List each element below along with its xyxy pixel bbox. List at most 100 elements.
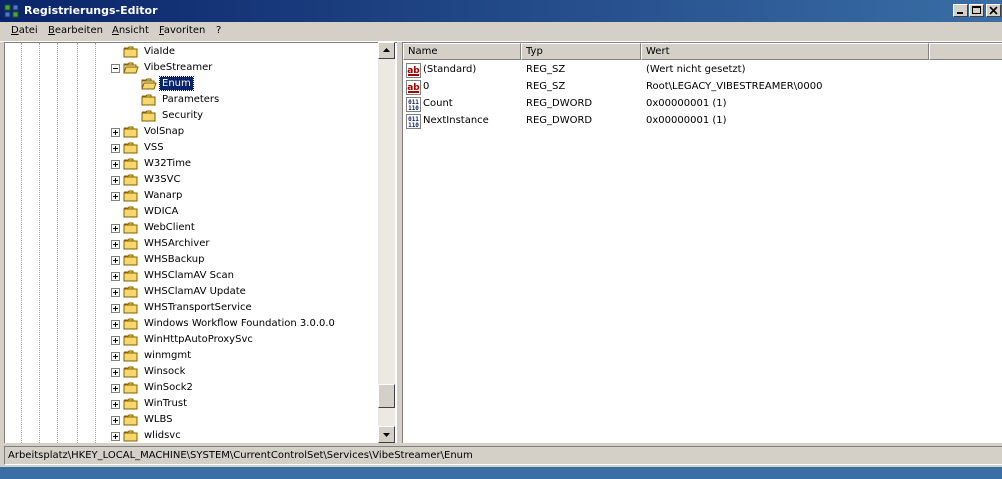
scroll-down-button[interactable] xyxy=(378,426,395,443)
expand-icon[interactable] xyxy=(111,336,120,345)
value-row[interactable]: 011 110 NextInstance REG_DWORD 0x00000001 (1… xyxy=(403,113,1002,130)
tree-item-label[interactable]: WHSTransportService xyxy=(142,301,254,314)
tree-item-label[interactable]: WinHttpAutoProxySvc xyxy=(142,333,255,346)
tree-item[interactable]: W3SVC xyxy=(5,172,379,188)
tree-item[interactable]: WHSClamAV Scan xyxy=(5,268,379,284)
expand-icon[interactable] xyxy=(111,352,120,361)
folder-icon xyxy=(123,254,138,266)
tree-item-label[interactable]: W32Time xyxy=(142,157,193,170)
tree-item-label[interactable]: WLBS xyxy=(142,413,175,426)
tree-item-label[interactable]: Windows Workflow Foundation 3.0.0.0 xyxy=(142,317,337,330)
tree-item[interactable]: VSS xyxy=(5,140,379,156)
minimize-icon xyxy=(957,12,963,14)
expand-icon[interactable] xyxy=(111,224,120,233)
value-row[interactable]: 011 110 Count REG_DWORD 0x00000001 (1) xyxy=(403,96,1002,113)
tree-item[interactable]: Security xyxy=(5,108,379,124)
tree-item[interactable]: Windows Workflow Foundation 3.0.0.0 xyxy=(5,316,379,332)
tree-item-label[interactable]: ViaIde xyxy=(142,45,177,58)
values-list[interactable]: Name Typ Wert ab (Standard) REG_SZ (Wert ni… xyxy=(402,42,1002,443)
title-bar[interactable]: Registrierungs-Editor xyxy=(0,0,1002,22)
expand-icon[interactable] xyxy=(111,176,120,185)
expand-icon[interactable] xyxy=(111,192,120,201)
tree-item[interactable]: Parameters xyxy=(5,92,379,108)
tree-item[interactable]: Wanarp xyxy=(5,188,379,204)
svg-text:110: 110 xyxy=(408,122,419,129)
tree-item-label[interactable]: WHSClamAV Scan xyxy=(142,269,236,282)
maximize-button[interactable] xyxy=(969,4,984,17)
tree-item[interactable]: WDICA xyxy=(5,204,379,220)
close-button[interactable] xyxy=(986,4,1001,17)
column-header-value[interactable]: Wert xyxy=(641,43,929,60)
value-data: 0x00000001 (1) xyxy=(646,115,727,126)
tree-item-label[interactable]: WinTrust xyxy=(142,397,189,410)
tree-item[interactable]: WHSBackup xyxy=(5,252,379,268)
expand-icon[interactable] xyxy=(111,432,120,441)
tree-item-label[interactable]: Enum xyxy=(159,76,194,91)
value-data: Root\LEGACY_VIBESTREAMER\0000 xyxy=(646,81,823,92)
tree-item-label[interactable]: WHSClamAV Update xyxy=(142,285,248,298)
expand-icon[interactable] xyxy=(111,384,120,393)
tree-item[interactable]: Enum xyxy=(5,76,379,92)
tree-item[interactable]: WHSArchiver xyxy=(5,236,379,252)
scroll-thumb[interactable] xyxy=(378,384,395,408)
expand-icon[interactable] xyxy=(111,272,120,281)
tree-item-label[interactable]: WebClient xyxy=(142,221,197,234)
expand-icon[interactable] xyxy=(111,160,120,169)
collapse-icon[interactable] xyxy=(111,64,120,73)
tree-item[interactable]: wlidsvc xyxy=(5,428,379,443)
tree-item-label[interactable]: wlidsvc xyxy=(142,429,183,442)
tree-item[interactable]: VibeStreamer xyxy=(5,60,379,76)
expand-icon[interactable] xyxy=(111,320,120,329)
tree-item-label[interactable]: WDICA xyxy=(142,205,180,218)
column-header-type[interactable]: Typ xyxy=(521,43,641,60)
value-row[interactable]: ab (Standard) REG_SZ (Wert nicht gesetzt) xyxy=(403,62,1002,79)
binary-value-icon: 011110 xyxy=(406,114,421,129)
menu-edit[interactable]: Bearbeiten xyxy=(48,25,103,36)
value-row[interactable]: ab 0 REG_SZ Root\LEGACY_VIBESTREAMER\0000 xyxy=(403,79,1002,96)
key-tree[interactable]: ViaIde VibeStreamer Enum Parameters Security… xyxy=(4,42,397,443)
tree-item[interactable]: WLBS xyxy=(5,412,379,428)
expand-icon[interactable] xyxy=(111,368,120,377)
tree-item[interactable]: VolSnap xyxy=(5,124,379,140)
tree-item[interactable]: WinSock2 xyxy=(5,380,379,396)
menu-favorites[interactable]: Favoriten xyxy=(159,25,205,36)
tree-item-label[interactable]: W3SVC xyxy=(142,173,182,186)
tree-item[interactable]: WebClient xyxy=(5,220,379,236)
expand-icon[interactable] xyxy=(111,256,120,265)
minimize-button[interactable] xyxy=(953,4,968,17)
menu-file[interactable]: Datei xyxy=(11,25,38,36)
tree-item-label[interactable]: WinSock2 xyxy=(142,381,195,394)
tree-item-label[interactable]: Parameters xyxy=(160,93,221,106)
expand-icon[interactable] xyxy=(111,416,120,425)
tree-scrollbar[interactable] xyxy=(378,42,395,443)
tree-item-label[interactable]: Security xyxy=(160,109,205,122)
tree-item[interactable]: W32Time xyxy=(5,156,379,172)
tree-item[interactable]: WHSClamAV Update xyxy=(5,284,379,300)
expand-icon[interactable] xyxy=(111,288,120,297)
tree-item[interactable]: WHSTransportService xyxy=(5,300,379,316)
tree-item-label[interactable]: WHSArchiver xyxy=(142,237,211,250)
expand-icon[interactable] xyxy=(111,128,120,137)
tree-item-label[interactable]: Wanarp xyxy=(142,189,184,202)
tree-item-label[interactable]: VolSnap xyxy=(142,125,186,138)
scroll-up-button[interactable] xyxy=(378,42,395,59)
tree-item-label[interactable]: VSS xyxy=(142,141,166,154)
tree-item-label[interactable]: VibeStreamer xyxy=(142,61,214,74)
tree-item-label[interactable]: Winsock xyxy=(142,365,187,378)
expand-icon[interactable] xyxy=(111,304,120,313)
folder-icon xyxy=(123,126,138,138)
expand-icon[interactable] xyxy=(111,400,120,409)
expand-icon[interactable] xyxy=(111,240,120,249)
tree-item-label[interactable]: WHSBackup xyxy=(142,253,206,266)
menu-view[interactable]: Ansicht xyxy=(112,25,149,36)
tree-item[interactable]: WinHttpAutoProxySvc xyxy=(5,332,379,348)
tree-item[interactable]: Winsock xyxy=(5,364,379,380)
tree-item[interactable]: winmgmt xyxy=(5,348,379,364)
column-header-name[interactable]: Name xyxy=(403,43,521,60)
value-data: 0x00000001 (1) xyxy=(646,98,727,109)
menu-help[interactable]: ? xyxy=(216,25,221,36)
tree-item-label[interactable]: winmgmt xyxy=(142,349,193,362)
tree-item[interactable]: ViaIde xyxy=(5,44,379,60)
expand-icon[interactable] xyxy=(111,144,120,153)
tree-item[interactable]: WinTrust xyxy=(5,396,379,412)
